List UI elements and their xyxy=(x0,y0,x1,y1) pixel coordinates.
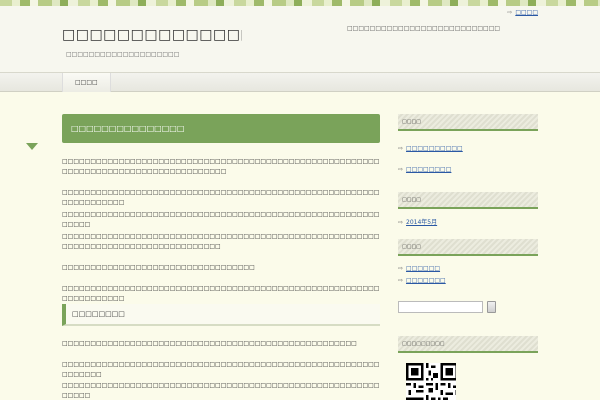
sidebar-link[interactable]: ⇨ □□□□□□□□ xyxy=(398,166,451,173)
global-nav: □□□□ xyxy=(0,72,600,92)
widget-title-categories: □□□□ xyxy=(398,239,538,256)
header-top-link[interactable]: ⇨ □□□□ xyxy=(507,9,538,16)
post-paragraph: □□□□□□□□□□□□□□□□□□□□□□□□□□□□□□□□□□□□□□□□… xyxy=(62,189,380,206)
arrow-right-icon: ⇨ xyxy=(398,219,404,226)
header-top-link-label[interactable]: □□□□ xyxy=(515,9,538,16)
arrow-right-icon: ⇨ xyxy=(398,166,404,173)
category-link[interactable]: ⇨ □□□□□□□ xyxy=(398,277,446,284)
search-input[interactable] xyxy=(398,301,483,313)
nav-item-home[interactable]: □□□□ xyxy=(62,73,111,92)
post-paragraph: □□□□□□□□□□□□□□□□□□□□□□□□□□□□□□□□□□ xyxy=(62,264,255,271)
post-paragraph: □□□□□□□□□□□□□□□□□□□□□□□□□□□□□□□□□□□□□□□□… xyxy=(62,361,380,378)
site-header: □□□□□□□□□□□□□ □□□□□□□ □□□□□□□□□□□□□ □□□□□□… xyxy=(0,6,600,72)
category-link-label[interactable]: □□□□□□ xyxy=(406,265,440,272)
sidebar-link[interactable]: ⇨ □□□□□□□□□□ xyxy=(398,145,463,152)
category-link[interactable]: ⇨ □□□□□□ xyxy=(398,265,440,272)
qr-code-icon xyxy=(406,363,456,400)
arrow-right-icon: ⇨ xyxy=(398,277,404,284)
post-title-pointer xyxy=(26,143,38,150)
section-heading: □□□□□□□□ xyxy=(62,304,380,326)
arrow-right-icon: ⇨ xyxy=(398,265,404,272)
post-paragraph: □□□□□□□□□□□□□□□□□□□□□□□□□□□□□□□□□□□□□□□□… xyxy=(62,211,380,228)
header-tagline: □□□□□□□□□□□□□□□□□□□□□□□□□□□ xyxy=(347,25,501,32)
main-content: □□□□□□□□□□□□□□□ xyxy=(62,114,380,143)
post-title: □□□□□□□□□□□□□□□ xyxy=(62,114,380,143)
site-title[interactable]: □□□□□□□□□□□□□□□□□□□□ xyxy=(62,27,242,43)
arrow-right-icon: ⇨ xyxy=(398,145,404,152)
archive-link-label[interactable]: 2014年5月 xyxy=(406,219,437,226)
category-link-label[interactable]: □□□□□□□ xyxy=(406,277,446,284)
qr-code-image xyxy=(406,363,456,400)
post-paragraph: □□□□□□□□□□□□□□□□□□□□□□□□□□□□□□□□□□□□□□□□… xyxy=(62,340,357,347)
widget-title-recent: □□□□ xyxy=(398,114,538,131)
sidebar-link-label[interactable]: □□□□□□□□□□ xyxy=(406,145,463,152)
search-button[interactable] xyxy=(487,301,496,313)
archive-link[interactable]: ⇨ 2014年5月 xyxy=(398,217,437,226)
sidebar-link-label[interactable]: □□□□□□□□ xyxy=(406,166,451,173)
post-paragraph: □□□□□□□□□□□□□□□□□□□□□□□□□□□□□□□□□□□□□□□□… xyxy=(62,382,380,399)
site-description: □□□□□□□□□□□□□□□□□□□□ xyxy=(66,51,180,58)
post-paragraph: □□□□□□□□□□□□□□□□□□□□□□□□□□□□□□□□□□□□□□□□… xyxy=(62,158,380,175)
widget-title-archives: □□□□ xyxy=(398,192,538,209)
arrow-right-icon: ⇨ xyxy=(507,9,513,16)
post-paragraph: □□□□□□□□□□□□□□□□□□□□□□□□□□□□□□□□□□□□□□□□… xyxy=(62,233,380,250)
post-paragraph: □□□□□□□□□□□□□□□□□□□□□□□□□□□□□□□□□□□□□□□□… xyxy=(62,285,380,302)
widget-title-qr: □□□□□□□□□ xyxy=(398,336,538,353)
